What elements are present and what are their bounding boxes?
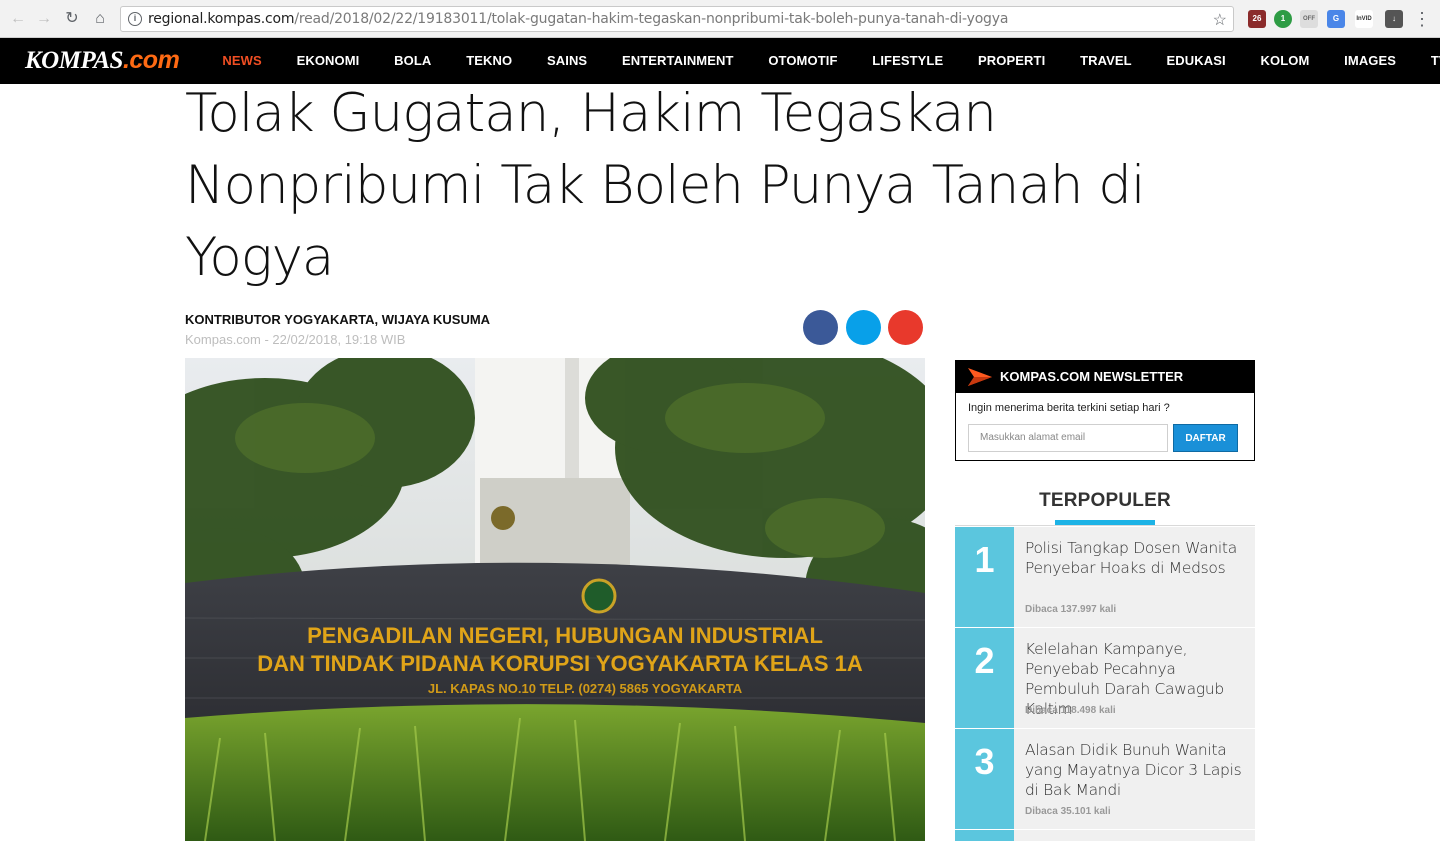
nav-item-edukasi[interactable]: EDUKASI [1149,38,1243,84]
newsletter-title: KOMPAS.COM NEWSLETTER [1000,369,1184,384]
translate-extension-icon[interactable]: G [1327,10,1345,28]
hangouts-extension-icon[interactable]: 1 [1274,10,1292,28]
popular-read-count: Dibaca 35.101 kali [1025,806,1111,817]
reload-icon[interactable]: ↻ [62,9,82,29]
newsletter-header: KOMPAS.COM NEWSLETTER [956,361,1254,393]
invid-extension-icon[interactable]: InVID [1355,10,1373,28]
popular-title[interactable]: Polisi Tangkap Dosen Wanita Penyebar Hoa… [1025,538,1247,578]
facebook-share-button[interactable] [803,310,838,345]
popular-rank-partial [955,830,1014,841]
home-icon[interactable]: ⌂ [90,9,110,29]
twitter-share-button[interactable] [846,310,881,345]
nav-item-tv[interactable]: TV [1413,38,1440,84]
bookmark-star-icon[interactable]: ☆ [1213,10,1227,30]
info-icon[interactable]: i [128,12,142,26]
forward-arrow-icon[interactable]: → [34,9,54,29]
url-text: regional.kompas.com/read/2018/02/22/1918… [148,11,1009,27]
calendar-extension-icon[interactable]: 26 [1248,10,1266,28]
menu-kebab-icon[interactable]: ⋮ [1412,9,1432,29]
terpopuler-title: TERPOPULER [1039,490,1171,511]
back-arrow-icon[interactable]: ← [8,9,28,29]
download-extension-icon[interactable]: ↓ [1385,10,1403,28]
kompas-logo[interactable]: KOMPAS.com [25,46,180,75]
daftar-button[interactable]: DAFTAR [1173,424,1238,452]
article-author[interactable]: KONTRIBUTOR YOGYAKARTA, WIJAYA KUSUMA [185,312,490,327]
nav-item-images[interactable]: IMAGES [1327,38,1414,84]
sign-line-1: PENGADILAN NEGERI, HUBUNGAN INDUSTRIAL [307,623,823,648]
popular-item-partial[interactable] [955,830,1255,841]
googleplus-share-button[interactable] [888,310,923,345]
popular-rank: 3 [955,729,1014,829]
article-photo: PENGADILAN NEGERI, HUBUNGAN INDUSTRIAL D… [185,358,925,841]
address-bar[interactable]: i regional.kompas.com/read/2018/02/22/19… [120,6,1234,32]
popular-item[interactable]: 3 Alasan Didik Bunuh Wanita yang Mayatny… [955,729,1255,829]
popular-read-count: Dibaca 118.498 kali [1025,705,1116,716]
newsletter-box: KOMPAS.COM NEWSLETTER Ingin menerima ber… [955,360,1255,461]
popular-rank: 1 [955,527,1014,627]
nav-item-kolom[interactable]: KOLOM [1243,38,1327,84]
popular-title[interactable]: Alasan Didik Bunuh Wanita yang Mayatnya … [1025,740,1247,800]
popular-item[interactable]: 2 Kelelahan Kampanye, Penyebab Pecahnya … [955,628,1255,728]
email-input[interactable]: Masukkan alamat email [968,424,1168,452]
article-dateline: Kompas.com - 22/02/2018, 19:18 WIB [185,332,406,347]
kompas-k-icon [968,368,992,386]
popular-rank: 2 [955,628,1014,728]
divider [955,525,1255,526]
sign-line-2: DAN TINDAK PIDANA KORUPSI YOGYAKARTA KEL… [257,651,863,676]
off-extension-icon[interactable]: OFF [1300,10,1318,28]
court-sign-photo: PENGADILAN NEGERI, HUBUNGAN INDUSTRIAL D… [185,358,925,841]
popular-item[interactable]: 1 Polisi Tangkap Dosen Wanita Penyebar H… [955,527,1255,627]
article-headline: Tolak Gugatan, Hakim Tegaskan Nonpribumi… [185,83,1146,288]
popular-read-count: Dibaca 137.997 kali [1025,604,1117,615]
sign-line-3: JL. KAPAS NO.10 TELP. (0274) 5865 YOGYAK… [428,681,743,696]
browser-toolbar: ← → ↻ ⌂ i regional.kompas.com/read/2018/… [0,0,1440,38]
newsletter-question: Ingin menerima berita terkini setiap har… [968,402,1170,414]
